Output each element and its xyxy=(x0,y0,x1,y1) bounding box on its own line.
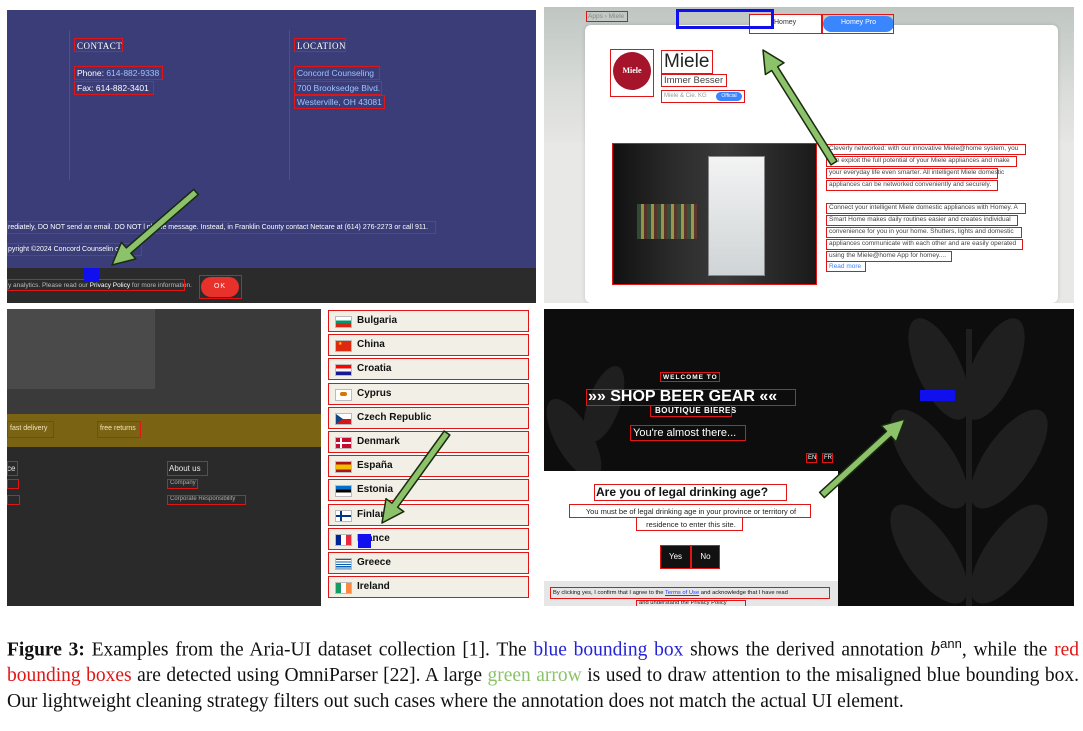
symbol-b: b xyxy=(930,639,941,661)
green-arrow-icon xyxy=(381,430,451,524)
arrow-overlay xyxy=(111,49,906,524)
green-arrow-icon xyxy=(111,188,200,266)
caption-green-text: green arrow xyxy=(487,665,582,686)
figure-label: Figure 3: xyxy=(7,639,85,661)
green-arrow-icon xyxy=(818,418,906,499)
caption-blue-text: blue bounding box xyxy=(533,639,684,661)
green-arrow-icon xyxy=(762,49,838,166)
figure-caption: Figure 3: Examples from the Aria-UI data… xyxy=(7,636,1080,712)
